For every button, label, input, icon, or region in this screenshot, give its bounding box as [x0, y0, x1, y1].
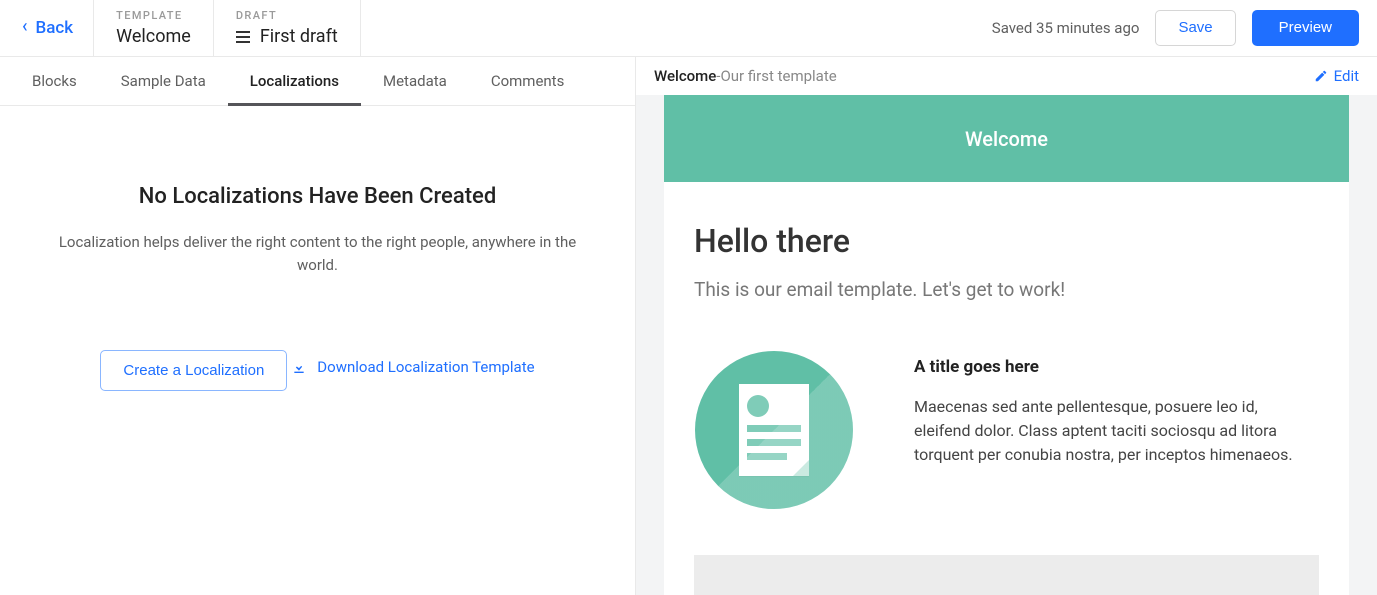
email-block-body: Maecenas sed ante pellentesque, posuere … — [914, 395, 1307, 467]
back-button[interactable]: ‹ Back — [0, 0, 93, 56]
template-meta: TEMPLATE Welcome — [94, 0, 213, 56]
tab-sample-data[interactable]: Sample Data — [99, 58, 228, 106]
preview-edit-label: Edit — [1334, 67, 1359, 85]
email-subheading: This is our email template. Let's get to… — [694, 278, 1319, 301]
preview-button[interactable]: Preview — [1252, 10, 1359, 46]
back-label: Back — [36, 18, 74, 38]
empty-title: No Localizations Have Been Created — [0, 184, 635, 209]
tab-localizations[interactable]: Localizations — [228, 58, 361, 106]
preview-surface: Welcome Hello there This is our email te… — [636, 95, 1377, 595]
download-link-label: Download Localization Template — [317, 358, 534, 376]
create-localization-button[interactable]: Create a Localization — [100, 350, 287, 391]
email-content-block: A title goes here Maecenas sed ante pell… — [914, 351, 1319, 467]
email-preview: Welcome Hello there This is our email te… — [664, 95, 1349, 595]
email-body: Hello there This is our email template. … — [664, 182, 1349, 595]
draft-name: First draft — [260, 26, 338, 47]
right-panel: Welcome - Our first template Edit Welcom… — [636, 57, 1377, 595]
draft-menu-icon — [236, 31, 250, 43]
email-block-title: A title goes here — [914, 357, 1307, 377]
preview-title: Welcome — [654, 67, 716, 85]
preview-header: Welcome - Our first template Edit — [636, 57, 1377, 95]
email-footer-placeholder — [694, 555, 1319, 595]
saved-ago: Saved 35 minutes ago — [992, 19, 1140, 37]
chevron-left-icon: ‹ — [22, 18, 28, 36]
template-name: Welcome — [116, 26, 191, 47]
draft-meta[interactable]: DRAFT First draft — [214, 0, 360, 56]
empty-description: Localization helps deliver the right con… — [48, 231, 588, 276]
template-label: TEMPLATE — [116, 9, 191, 22]
document-icon — [694, 351, 854, 509]
tab-blocks[interactable]: Blocks — [10, 58, 99, 106]
tab-comments[interactable]: Comments — [469, 58, 587, 106]
email-heading: Hello there — [694, 222, 1319, 260]
tabs: Blocks Sample Data Localizations Metadat… — [0, 57, 635, 106]
download-localization-template-link[interactable]: Download Localization Template — [291, 358, 534, 376]
tab-metadata[interactable]: Metadata — [361, 58, 469, 106]
save-button[interactable]: Save — [1155, 10, 1235, 46]
preview-edit-button[interactable]: Edit — [1314, 67, 1359, 85]
top-actions: Saved 35 minutes ago Save Preview — [992, 0, 1377, 56]
preview-subtitle: Our first template — [720, 67, 836, 85]
pencil-icon — [1314, 69, 1328, 83]
localizations-empty-state: No Localizations Have Been Created Local… — [0, 106, 635, 595]
draft-label: DRAFT — [236, 9, 338, 22]
email-content-row: A title goes here Maecenas sed ante pell… — [694, 351, 1319, 509]
top-bar: ‹ Back TEMPLATE Welcome DRAFT First draf… — [0, 0, 1377, 57]
email-hero: Welcome — [664, 95, 1349, 182]
left-panel: Blocks Sample Data Localizations Metadat… — [0, 57, 636, 595]
download-icon — [291, 359, 307, 375]
